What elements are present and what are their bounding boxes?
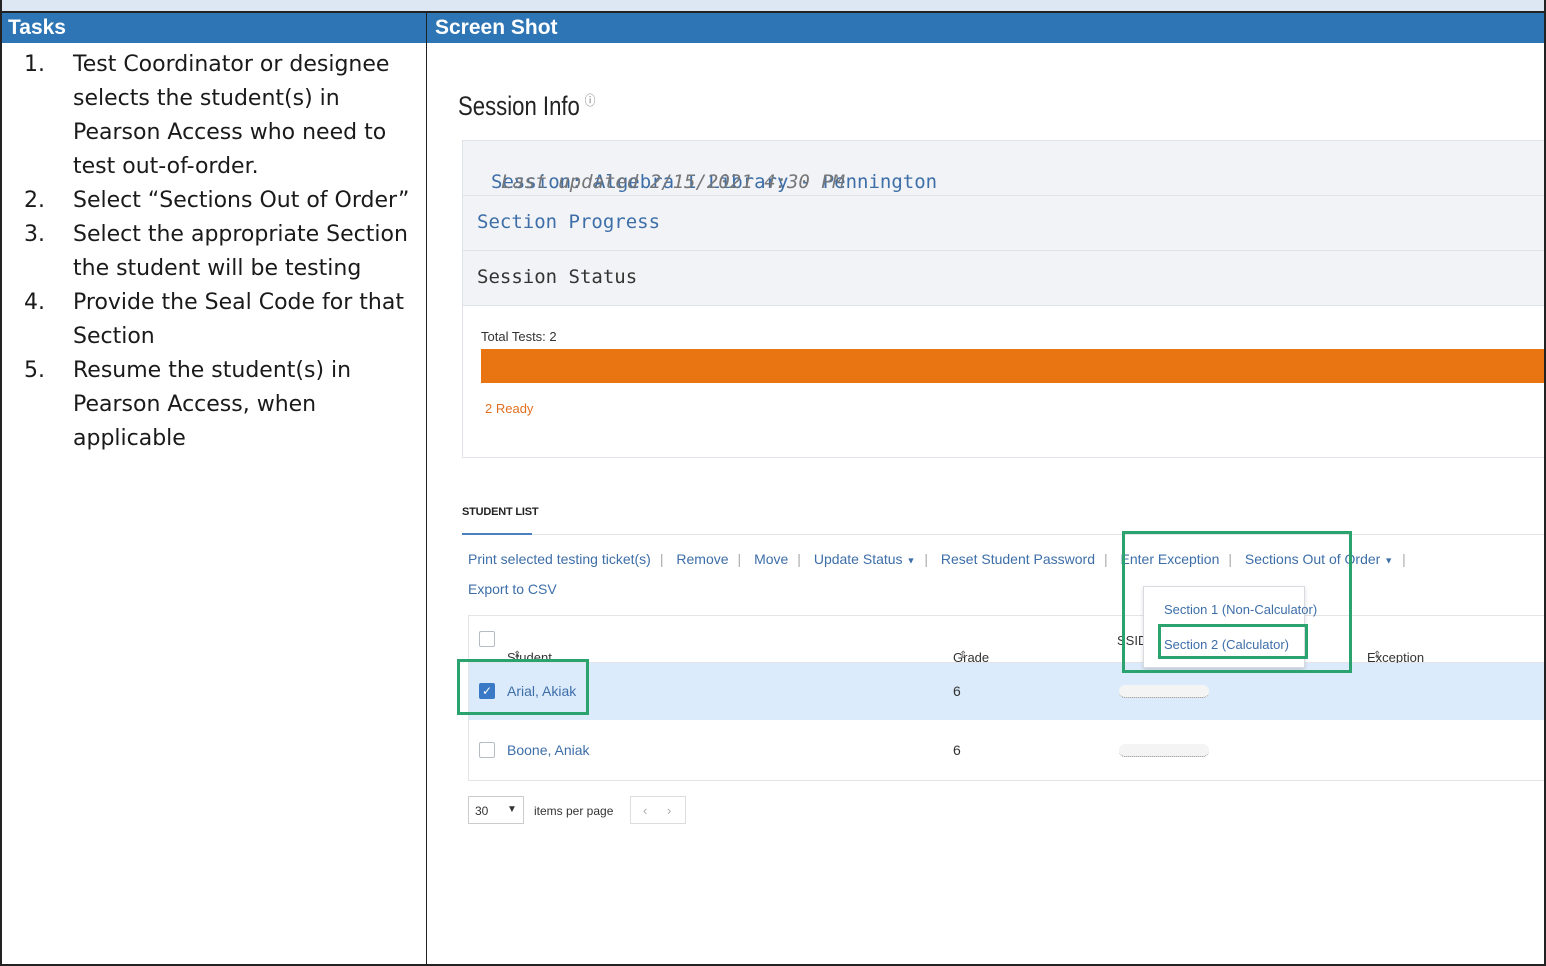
highlight-selected-student (457, 659, 589, 715)
prev-page-icon[interactable]: ‹ (643, 803, 647, 818)
highlight-section-2 (1158, 624, 1308, 659)
session-status-label: Session Status (477, 266, 638, 288)
active-tab-underline (462, 533, 532, 535)
task-item: 4. Provide the Seal Code for that Section (24, 286, 419, 354)
task-text: Select the appropriate Section the stude… (73, 222, 408, 281)
section-progress-accordion[interactable]: Section Progress (463, 196, 1544, 251)
per-page-label: items per page (534, 804, 614, 818)
sort-icon: ⇕ (1373, 650, 1382, 661)
table-row[interactable]: Boone, Aniak 6 (469, 722, 1544, 779)
chevron-down-icon: ▼ (507, 804, 517, 815)
task-item: 1. Test Coordinator or designee selects t… (24, 48, 419, 184)
page-title-text: Session Info (458, 91, 580, 121)
task-number: 3. (24, 222, 45, 247)
task-list: 1. Test Coordinator or designee selects t… (24, 48, 419, 456)
export-csv-link[interactable]: Export to CSV (468, 581, 557, 597)
grade-value: 6 (953, 683, 961, 699)
embedded-screenshot: Session Info ⓘ Session: Algebra I Library… (428, 44, 1544, 964)
select-all-checkbox[interactable] (479, 631, 495, 647)
session-panel: Session: Algebra I Library - Pennington L… (462, 140, 1544, 458)
reset-password-link[interactable]: Reset Student Password (941, 551, 1095, 567)
caret-down-icon: ▼ (1384, 555, 1394, 566)
task-text: Select “Sections Out of Order” (73, 188, 410, 213)
sort-icon: ⇕ (959, 650, 968, 661)
task-text: Resume the student(s) in Pearson Access,… (73, 358, 352, 451)
task-item: 5. Resume the student(s) in Pearson Acces… (24, 354, 419, 456)
info-icon[interactable]: ⓘ (585, 90, 596, 109)
task-number: 4. (24, 290, 45, 315)
task-text: Test Coordinator or designee selects the… (73, 52, 390, 179)
session-accordion[interactable]: Session: Algebra I Library - Pennington L… (463, 141, 1544, 196)
task-number: 5. (24, 358, 45, 383)
session-status-accordion[interactable]: Session Status (463, 251, 1544, 306)
row-checkbox[interactable] (479, 742, 495, 758)
table-row[interactable]: ✓ Arial, Akiak 6 (469, 663, 1544, 720)
print-tickets-link[interactable]: Print selected testing ticket(s) (468, 551, 651, 567)
task-number: 2. (24, 188, 45, 213)
ready-count: 2 Ready (485, 401, 534, 416)
redacted-ssid (1119, 685, 1209, 698)
task-item: 3. Select the appropriate Section the stu… (24, 218, 419, 286)
top-strip (0, 0, 1546, 11)
tab-student-list[interactable]: STUDENT LIST (462, 506, 539, 518)
redacted-ssid (1119, 744, 1209, 757)
status-progress-bar (481, 349, 1544, 383)
per-page-value: 30 (475, 804, 489, 818)
last-updated: Last updated 2/15/2021 4:30 PM (501, 171, 845, 193)
task-item: 2. Select “Sections Out of Order” (24, 184, 419, 218)
table-header: Student Name⇕ Grade⇕ SSID Exception⇕ (469, 616, 1544, 680)
page-nav: ‹ › (630, 796, 686, 824)
column-divider (426, 13, 427, 966)
caret-down-icon: ▼ (906, 555, 916, 566)
tab-divider (462, 534, 1544, 535)
task-number: 1. (24, 52, 45, 77)
next-page-icon[interactable]: › (667, 803, 671, 818)
per-page-select[interactable]: 30 ▼ (468, 796, 524, 824)
update-status-menu[interactable]: Update Status ▼ (814, 551, 916, 567)
tasks-header: Tasks (2, 13, 426, 43)
task-text: Provide the Seal Code for that Section (73, 290, 404, 349)
screenshot-header: Screen Shot (427, 13, 1544, 43)
page-title: Session Info ⓘ (458, 90, 595, 122)
remove-link[interactable]: Remove (676, 551, 728, 567)
student-table: Student Name⇕ Grade⇕ SSID Exception⇕ ✓ A… (468, 615, 1544, 781)
total-tests: Total Tests: 2 (481, 329, 557, 344)
grade-value: 6 (953, 742, 961, 758)
section-progress-label: Section Progress (477, 211, 661, 233)
move-link[interactable]: Move (754, 551, 788, 567)
student-name-link[interactable]: Boone, Aniak (507, 742, 590, 758)
